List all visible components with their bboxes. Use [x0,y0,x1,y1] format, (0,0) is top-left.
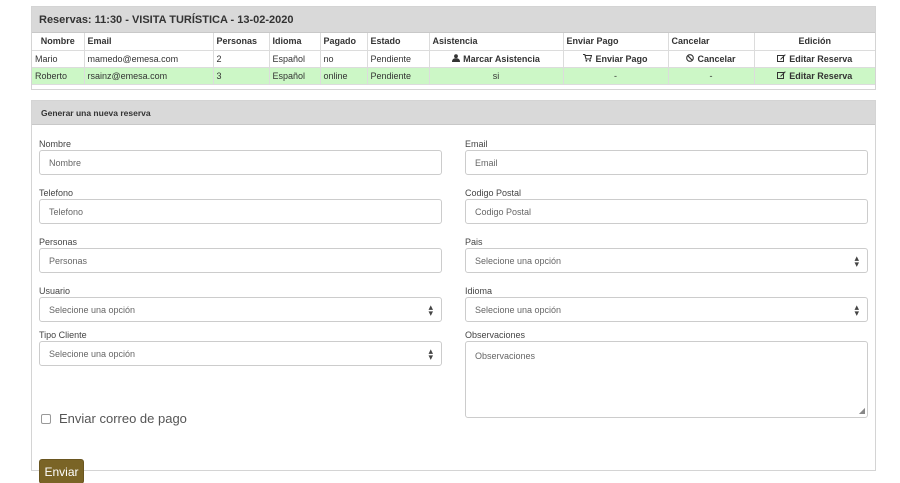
col-header-idioma: Idioma [269,33,321,51]
cell-cancelar: Cancelar [668,50,755,68]
sort-caret-icon: ▴ ▾ [854,302,859,318]
send-payment-email-checkbox[interactable]: Enviar correo de pago [41,411,187,426]
telefono-label: Telefono [39,188,74,198]
observaciones-textarea[interactable]: Observaciones ◢ [465,341,868,418]
pais-selected-value: Selecione una opción [475,255,562,266]
col-header-nombre: Nombre [32,33,85,51]
pais-label: Pais [465,237,483,247]
edit-reservation-button[interactable]: Editar Reserva [777,54,852,64]
cell-enviar-pago: Enviar Pago [563,50,669,68]
tipo-cliente-select[interactable]: Selecione una opción ▴ ▾ [39,341,442,366]
reservations-title: Reservas: 11:30 - VISITA TURÍSTICA - 13-… [32,7,875,33]
cancel-reservation-button[interactable]: Cancelar [686,53,736,64]
reservations-panel: Reservas: 11:30 - VISITA TURÍSTICA - 13-… [31,6,876,90]
col-header-pagado: Pagado [320,33,368,51]
tipo-cliente-selected-value: Selecione una opción [49,348,136,359]
cell-personas: 2 [213,50,270,68]
idioma-selected-value: Selecione una opción [475,304,562,315]
cell-pagado: no [320,50,368,68]
send-payment-email-label: Enviar correo de pago [59,411,187,426]
cell-edicion: Editar Reserva [754,50,875,68]
cell-enviar-pago: - [563,67,669,85]
user-icon [452,53,461,64]
cell-idioma: Español [269,50,321,68]
telefono-input[interactable]: Telefono [39,199,442,224]
observaciones-placeholder: Observaciones [475,351,536,361]
nombre-label: Nombre [39,139,72,149]
cart-icon [583,53,593,64]
observaciones-label: Observaciones [465,330,526,340]
col-header-personas: Personas [213,33,270,51]
col-header-email: Email [84,33,214,51]
usuario-label: Usuario [39,286,71,296]
cell-estado: Pendiente [367,67,430,85]
submit-button[interactable]: Enviar [39,459,84,483]
col-header-asistencia: Asistencia [429,33,564,51]
col-header-edicion: Edición [754,33,875,51]
cell-email: rsainz@emesa.com [84,67,214,85]
sort-caret-icon: ▴ ▾ [428,302,433,318]
pais-select[interactable]: Selecione una opción ▴ ▾ [465,248,868,273]
edit-icon [777,53,786,64]
usuario-selected-value: Selecione una opción [49,304,136,315]
cell-asistencia: si [429,67,564,85]
checkbox-box[interactable] [41,413,51,424]
edit-reservation-label: Editar Reserva [789,53,853,64]
form-title: Generar una nueva reserva [32,101,875,125]
idioma-label: Idioma [465,286,493,296]
codigo-postal-label: Codigo Postal [465,188,522,198]
table-header-row: Nombre Email Personas Idioma Pagado Esta… [32,33,875,51]
idioma-select[interactable]: Selecione una opción ▴ ▾ [465,297,868,322]
personas-label: Personas [39,237,78,247]
cell-asistencia: Marcar Asistencia [429,50,564,68]
ban-icon [686,53,695,64]
cell-personas: 3 [213,67,270,85]
col-header-cancelar: Cancelar [668,33,755,51]
resize-grip-icon[interactable]: ◢ [859,406,865,415]
table-row: Roberto rsainz@emesa.com 3 Español onlin… [32,67,875,85]
cell-edicion: Editar Reserva [754,67,875,85]
cell-nombre: Roberto [32,67,85,85]
codigo-postal-input[interactable]: Codigo Postal [465,199,868,224]
col-header-estado: Estado [367,33,430,51]
send-payment-button[interactable]: Enviar Pago [583,53,648,64]
cell-idioma: Español [269,67,321,85]
edit-icon [777,70,786,81]
nombre-input[interactable]: Nombre [39,150,442,175]
personas-input[interactable]: Personas [39,248,442,273]
reservation-form: Nombre Nombre Telefono Telefono Personas… [32,125,875,483]
sort-caret-icon: ▴ ▾ [428,346,433,362]
usuario-select[interactable]: Selecione una opción ▴ ▾ [39,297,442,322]
send-payment-label: Enviar Pago [595,53,648,64]
mark-attendance-button[interactable]: Marcar Asistencia [452,54,540,64]
tipo-cliente-label: Tipo Cliente [39,330,87,340]
reservations-table: Nombre Email Personas Idioma Pagado Esta… [32,33,875,85]
cancel-reservation-label: Cancelar [697,53,736,64]
cell-pagado: online [320,67,368,85]
cell-cancelar: - [668,67,755,85]
mark-attendance-label: Marcar Asistencia [463,53,540,64]
col-header-enviar-pago: Enviar Pago [563,33,669,51]
edit-reservation-label: Editar Reserva [789,70,853,81]
edit-reservation-button[interactable]: Editar Reserva [777,71,852,81]
cell-estado: Pendiente [367,50,430,68]
sort-caret-icon: ▴ ▾ [854,253,859,269]
table-row: Mario mamedo@emesa.com 2 Español no Pend… [32,50,875,68]
cell-email: mamedo@emesa.com [84,50,214,68]
cell-nombre: Mario [32,50,85,68]
new-reservation-panel: Generar una nueva reserva Nombre Nombre … [31,100,876,483]
email-label: Email [465,139,488,149]
email-input[interactable]: Email [465,150,868,175]
